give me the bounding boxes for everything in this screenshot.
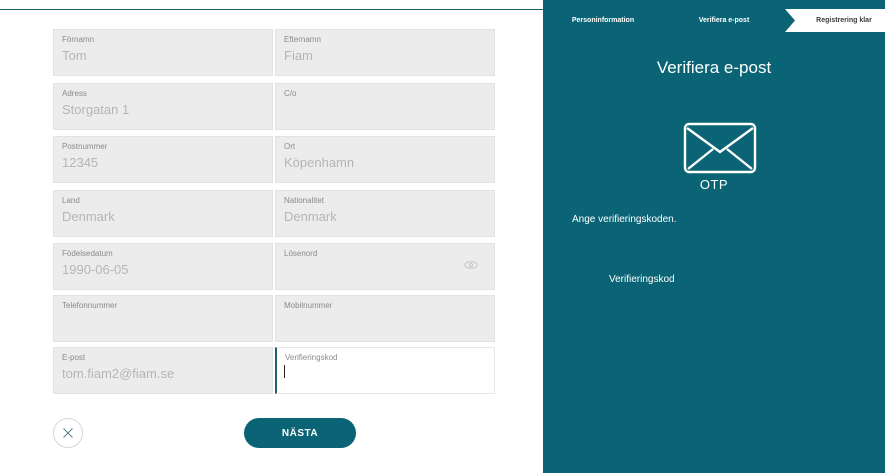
- email-value: tom.fiam2@fiam.se: [62, 366, 175, 381]
- nationality-value: Denmark: [284, 209, 337, 224]
- city-field[interactable]: Ort Köpenhamn: [275, 136, 495, 183]
- birthdate-label: Födelsedatum: [62, 249, 113, 258]
- last-name-label: Efternamn: [284, 35, 321, 44]
- close-button[interactable]: [53, 418, 83, 448]
- care-of-label: C/o: [284, 89, 297, 98]
- text-caret: [284, 365, 285, 378]
- eye-icon[interactable]: [464, 261, 478, 269]
- city-label: Ort: [284, 142, 296, 151]
- first-name-field[interactable]: Förnamn Tom: [53, 29, 273, 76]
- country-label: Land: [62, 196, 80, 205]
- verification-code-label: Verifieringskod: [285, 353, 338, 362]
- envelope-icon: [683, 122, 757, 174]
- step-verify-email: Verifiera e-post: [663, 9, 785, 32]
- step-arrow-icon: [785, 9, 795, 32]
- city-value: Köpenhamn: [284, 155, 355, 170]
- birthdate-value: 1990-06-05: [62, 262, 129, 277]
- close-icon: [63, 428, 73, 438]
- last-name-value: Fiam: [284, 48, 313, 63]
- nationality-label: Nationalitet: [284, 196, 325, 205]
- nationality-field[interactable]: Nationalitet Denmark: [275, 190, 495, 237]
- verification-code-input[interactable]: Verifieringskod: [275, 347, 495, 394]
- otp-label: OTP: [699, 177, 729, 192]
- phone-field[interactable]: Telefonnummer: [53, 295, 273, 342]
- address-field[interactable]: Adress Storgatan 1: [53, 83, 273, 130]
- care-of-field[interactable]: C/o: [275, 83, 495, 130]
- country-value: Denmark: [62, 209, 115, 224]
- progress-steps: Personinformation Verifiera e-post Regis…: [543, 9, 885, 32]
- postal-code-field[interactable]: Postnummer 12345: [53, 136, 273, 183]
- step-registration-done: Registrering klar: [785, 9, 885, 32]
- email-label: E-post: [62, 353, 86, 362]
- postal-code-value: 12345: [62, 155, 99, 170]
- mobile-field[interactable]: Mobilnummer: [275, 295, 495, 342]
- next-button[interactable]: NÄSTA: [244, 418, 356, 448]
- birthdate-field[interactable]: Födelsedatum 1990-06-05: [53, 243, 273, 290]
- last-name-field[interactable]: Efternamn Fiam: [275, 29, 495, 76]
- first-name-label: Förnamn: [62, 35, 95, 44]
- header-divider: [0, 9, 543, 10]
- instruction-text: Ange verifieringskoden.: [572, 214, 677, 225]
- step-personal-info: Personinformation: [543, 9, 663, 32]
- phone-label: Telefonnummer: [62, 301, 118, 310]
- password-field[interactable]: Lösenord: [275, 243, 495, 290]
- verification-code-caption: Verifieringskod: [609, 274, 675, 285]
- postal-code-label: Postnummer: [62, 142, 108, 151]
- email-field[interactable]: E-post tom.fiam2@fiam.se: [53, 347, 273, 394]
- mobile-label: Mobilnummer: [284, 301, 333, 310]
- address-value: Storgatan 1: [62, 102, 130, 117]
- verification-panel: Personinformation Verifiera e-post Regis…: [543, 0, 885, 473]
- first-name-value: Tom: [62, 48, 87, 63]
- address-label: Adress: [62, 89, 87, 98]
- country-field[interactable]: Land Denmark: [53, 190, 273, 237]
- panel-title: Verifiera e-post: [656, 58, 772, 77]
- password-label: Lösenord: [284, 249, 318, 258]
